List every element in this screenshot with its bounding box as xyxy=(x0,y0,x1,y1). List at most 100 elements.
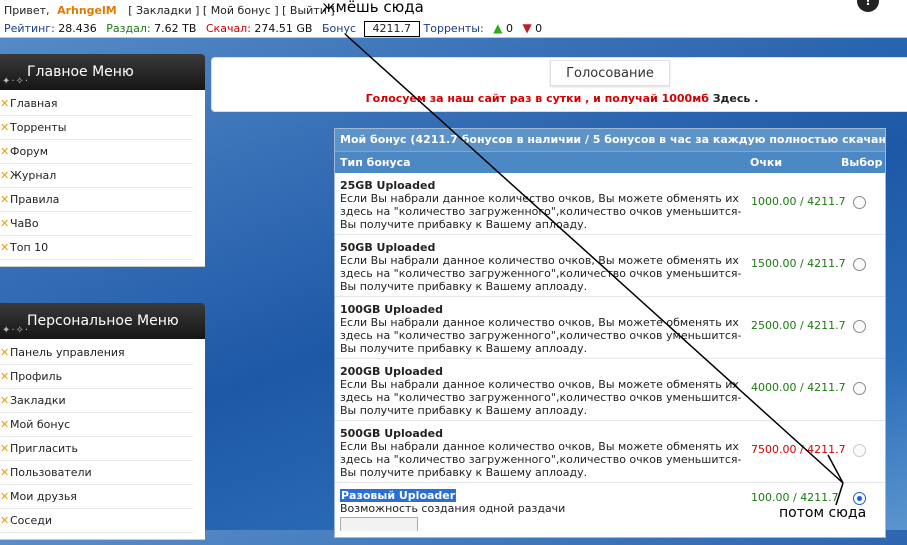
bonus-table: Мой бонус (4211.7 бонусов в наличии / 5 … xyxy=(334,128,886,538)
bonus-radio-50gb[interactable] xyxy=(853,258,866,271)
personal-menu: ✦·✧· Персональное Меню ✕ Панель управлени… xyxy=(0,303,205,540)
menu-item-my-bonus[interactable]: ✕ Мой бонус xyxy=(0,413,193,437)
download-label: Скачал: xyxy=(205,22,251,35)
menu-item-users[interactable]: ✕ Пользователи xyxy=(0,461,193,485)
cross-bullet-icon: ✕ xyxy=(0,490,10,503)
personal-menu-title: Персональное Меню xyxy=(27,313,179,329)
arrow-down-red-icon: ▼ xyxy=(522,21,532,35)
bonus-table-header: Мой бонус (4211.7 бонусов в наличии / 5 … xyxy=(335,129,885,151)
cross-bullet-icon: ✕ xyxy=(0,217,10,230)
top-bar: Привет, ArhngelM [ Закладки ] [ Мой бону… xyxy=(0,0,907,38)
voting-text: Голосуем за наш сайт раз в сутки , и пол… xyxy=(212,92,907,105)
bookmarks-link[interactable]: [ Закладки ] xyxy=(128,4,199,17)
main-menu: ✦·✧· Главное Меню ✕ Главная ✕ Торренты ✕ Фо… xyxy=(0,54,205,267)
cross-bullet-icon: ✕ xyxy=(0,418,10,431)
bonus-label[interactable]: Бонус xyxy=(322,22,356,35)
annotation-click-here: жмёшь сюда xyxy=(322,0,424,16)
bonus-points: 7500.00 / 4211.7 xyxy=(751,443,846,456)
voting-promo-text: Голосуем за наш сайт раз в сутки , и пол… xyxy=(365,92,709,105)
cross-bullet-icon: ✕ xyxy=(0,241,10,254)
upload-value: 7.62 TB xyxy=(154,22,197,35)
bonus-name: 100GB Uploaded xyxy=(340,303,443,316)
torrents-label: Торренты: xyxy=(423,22,484,35)
bonus-radio-uploader[interactable] xyxy=(853,492,866,505)
bonus-description: Если Вы набрали данное количество очков,… xyxy=(340,254,742,293)
download-value: 274.51 GB xyxy=(254,22,313,35)
arrow-up-green-icon: ▲ xyxy=(493,21,503,35)
bonus-description: Возможность создания одной раздачи xyxy=(340,502,566,515)
menu-item-neighbors[interactable]: ✕ Соседи xyxy=(0,509,193,533)
cross-bullet-icon: ✕ xyxy=(0,442,10,455)
menu-item-top10[interactable]: ✕ Топ 10 xyxy=(0,236,193,260)
my-bonus-link[interactable]: [ Мой бонус ] xyxy=(203,4,279,17)
table-row: 500GB Uploaded Если Вы набрали данное ко… xyxy=(335,421,885,483)
cross-bullet-icon: ✕ xyxy=(0,145,10,158)
bonus-radio-200gb[interactable] xyxy=(853,382,866,395)
cross-bullet-icon: ✕ xyxy=(0,346,10,359)
bonus-description: Если Вы набрали данное количество очков,… xyxy=(340,378,742,417)
bonus-name: 50GB Uploaded xyxy=(340,241,436,254)
stats-row: Рейтинг: 28.436 Раздал: 7.62 TB Скачал: … xyxy=(4,21,542,37)
bonus-points: 100.00 / 4211.7 xyxy=(751,491,839,504)
cross-bullet-icon: ✕ xyxy=(0,193,10,206)
menu-item-faq[interactable]: ✕ ЧаВо xyxy=(0,212,193,236)
main-menu-list: ✕ Главная ✕ Торренты ✕ Форум ✕ Журнал ✕ Прави… xyxy=(0,90,205,267)
bonus-radio-100gb[interactable] xyxy=(853,320,866,333)
bonus-name: 200GB Uploaded xyxy=(340,365,443,378)
menu-item-profile[interactable]: ✕ Профиль xyxy=(0,365,193,389)
table-row: 100GB Uploaded Если Вы набрали данное ко… xyxy=(335,297,885,359)
menu-item-my-friends[interactable]: ✕ Мои друзья xyxy=(0,485,193,509)
menu-item-rules[interactable]: ✕ Правила xyxy=(0,188,193,212)
bonus-description: Если Вы набрали данное количество очков,… xyxy=(340,192,742,231)
column-select: Выбор xyxy=(841,156,883,169)
voting-title: Голосование xyxy=(550,60,670,86)
menu-item-bookmarks[interactable]: ✕ Закладки xyxy=(0,389,193,413)
bonus-radio-500gb[interactable] xyxy=(853,444,866,457)
cross-bullet-icon: ✕ xyxy=(0,121,10,134)
bonus-points: 1000.00 / 4211.7 xyxy=(751,195,846,208)
bonus-radio-25gb[interactable] xyxy=(853,196,866,209)
upload-label: Раздал: xyxy=(106,22,151,35)
bonus-points: 1500.00 / 4211.7 xyxy=(751,257,846,270)
cross-bullet-icon: ✕ xyxy=(0,466,10,479)
voting-panel: Голосование Голосуем за наш сайт раз в с… xyxy=(211,57,907,112)
bonus-column-headers: Тип бонуса Очки Выбор xyxy=(335,151,885,173)
menu-item-home[interactable]: ✕ Главная xyxy=(0,92,193,116)
alert-icon[interactable]: ! xyxy=(857,0,879,12)
main-menu-header: ✦·✧· Главное Меню xyxy=(0,54,205,90)
table-row: 50GB Uploaded Если Вы набрали данное кол… xyxy=(335,235,885,297)
bonus-description: Если Вы набрали данное количество очков,… xyxy=(340,440,742,479)
cross-bullet-icon: ✕ xyxy=(0,514,10,527)
table-row: 25GB Uploaded Если Вы набрали данное кол… xyxy=(335,173,885,235)
leeching-count: 0 xyxy=(535,22,543,35)
bonus-points: 2500.00 / 4211.7 xyxy=(751,319,846,332)
bonus-description: Если Вы набрали данное количество очков,… xyxy=(340,316,742,355)
username-link[interactable]: ArhngelM xyxy=(57,4,117,17)
greeting-text: Привет, xyxy=(4,4,50,17)
bonus-name: Разовый Uploader xyxy=(340,489,457,502)
seeding-count: 0 xyxy=(505,22,513,35)
cross-bullet-icon: ✕ xyxy=(0,370,10,383)
rating-label: Рейтинг: xyxy=(4,22,55,35)
menu-item-journal[interactable]: ✕ Журнал xyxy=(0,164,193,188)
personal-menu-list: ✕ Панель управления ✕ Профиль ✕ Закладки ✕ М… xyxy=(0,339,205,540)
cross-bullet-icon: ✕ xyxy=(0,169,10,182)
menu-item-forum[interactable]: ✕ Форум xyxy=(0,140,193,164)
bonus-value-link[interactable]: 4211.7 xyxy=(363,21,421,37)
menu-item-torrents[interactable]: ✕ Торренты xyxy=(0,116,193,140)
cross-bullet-icon: ✕ xyxy=(0,394,10,407)
bonus-name: 25GB Uploaded xyxy=(340,179,436,192)
column-points: Очки xyxy=(750,156,783,169)
exchange-button[interactable] xyxy=(340,517,418,531)
bonus-points: 4000.00 / 4211.7 xyxy=(751,381,846,394)
voting-here-link[interactable]: Здесь . xyxy=(713,92,759,105)
annotation-then-here: потом сюда xyxy=(775,505,871,521)
user-row: Привет, ArhngelM [ Закладки ] [ Мой бону… xyxy=(4,4,335,17)
bonus-name: 500GB Uploaded xyxy=(340,427,443,440)
rating-value: 28.436 xyxy=(58,22,97,35)
main-menu-title: Главное Меню xyxy=(27,64,134,80)
menu-item-invite[interactable]: ✕ Пригласить xyxy=(0,437,193,461)
table-row: 200GB Uploaded Если Вы набрали данное ко… xyxy=(335,359,885,421)
menu-item-control-panel[interactable]: ✕ Панель управления xyxy=(0,341,193,365)
personal-menu-header: ✦·✧· Персональное Меню xyxy=(0,303,205,339)
